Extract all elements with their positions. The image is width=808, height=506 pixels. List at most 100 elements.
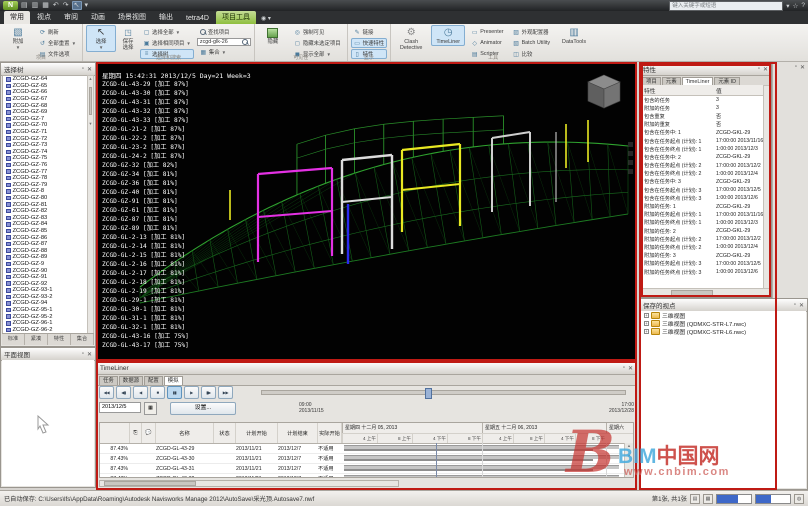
multisheet-icon[interactable]: ▦	[703, 494, 713, 504]
tree-item[interactable]: ZCGD-GZ-86	[3, 234, 87, 241]
links-button[interactable]: ✎链接	[351, 27, 388, 37]
close-icon[interactable]: ✕	[87, 351, 92, 358]
select-button[interactable]: ↖ 选择▼	[86, 25, 116, 52]
tree-item[interactable]: ZCGD-GZ-76	[3, 162, 87, 169]
settings-button[interactable]: 设置...	[170, 402, 236, 415]
tree-item[interactable]: ZCGD-GZ-93-2	[3, 294, 87, 301]
pin-icon[interactable]: ▫	[758, 66, 760, 73]
tree-tab-properties[interactable]: 特性	[48, 334, 71, 345]
tree-item[interactable]: ZCGD-GZ-7	[3, 116, 87, 123]
quick-properties-button[interactable]: ▭快速特性	[351, 38, 388, 48]
tree-scrollbar[interactable]: ▲▼	[87, 75, 94, 334]
application-menu-button[interactable]: N	[3, 1, 18, 10]
tree-item[interactable]: ZCGD-GZ-66	[3, 89, 87, 96]
tree-item[interactable]: ZCGD-GZ-93-1	[3, 287, 87, 294]
rewind-button[interactable]: ◀◀	[99, 386, 114, 399]
tree-item[interactable]: ZCGD-GZ-92	[3, 280, 87, 287]
property-row[interactable]: 附加的任务终点 (计划): 3 1:00:00 2013/12/6	[641, 268, 763, 276]
task-row[interactable]: 87.43% ZCGD-GL-43-32 2013/11/21 2013/12/…	[100, 474, 633, 478]
save-selection-button[interactable]: ◳ 保存选择	[119, 25, 137, 52]
tree-item[interactable]: ZCGD-GZ-95-1	[3, 307, 87, 314]
select-cursor-icon[interactable]: ↖	[72, 1, 82, 10]
infocenter-search-input[interactable]: 键入关键字或短语	[669, 1, 783, 11]
timeliner-hscrollbar[interactable]	[99, 480, 399, 487]
tree-item[interactable]: ZCGD-GZ-71	[3, 129, 87, 136]
column-value[interactable]: 值	[716, 86, 763, 95]
tree-item[interactable]: ZCGD-GZ-95-2	[3, 313, 87, 320]
select-same-button[interactable]: ▣选择相同项目▼	[140, 38, 194, 48]
actual-start-column-header[interactable]: 实际开始	[318, 423, 342, 443]
property-row[interactable]: 包含重复 否	[641, 112, 763, 120]
undo-icon[interactable]: ↶	[52, 1, 60, 10]
datatools-button[interactable]: ▥ DataTools	[556, 25, 592, 46]
close-icon[interactable]: ✕	[87, 66, 92, 73]
viewcube[interactable]	[583, 72, 625, 112]
print-icon[interactable]: ▦	[41, 1, 50, 10]
expand-icon[interactable]: +	[644, 321, 649, 326]
calendar-icon[interactable]: ▦	[144, 402, 157, 415]
hide-unselected-button[interactable]: ◻隐藏未选定项目	[291, 38, 344, 48]
tree-item[interactable]: ZCGD-GZ-72	[3, 135, 87, 142]
pin-icon[interactable]: ▫	[795, 64, 797, 71]
pin-icon[interactable]: ▫	[82, 66, 84, 73]
pin-icon[interactable]: ▫	[623, 365, 625, 372]
tree-tab-compact[interactable]: 紧凑	[25, 334, 48, 345]
play-button[interactable]: ▶	[184, 386, 199, 399]
task-row[interactable]: 87.43% ZCGD-GL-43-29 2013/11/21 2013/12/…	[100, 444, 633, 454]
progress-column-header[interactable]	[100, 423, 130, 443]
tab-home[interactable]: 常用	[4, 11, 30, 24]
batch-utility-button[interactable]: ▧Batch Utility	[510, 38, 553, 48]
expand-icon[interactable]: +	[644, 313, 649, 318]
tree-item[interactable]: ZCGD-GZ-65	[3, 83, 87, 90]
play-reverse-button[interactable]: ◀	[133, 386, 148, 399]
tree-item[interactable]: ZCGD-GZ-90	[3, 267, 87, 274]
property-row[interactable]: 包含在任务终点 (计划): 3 1:00:00 2013/12/6	[641, 194, 763, 202]
find-items-button[interactable]: 查找项目	[197, 27, 251, 37]
property-row[interactable]: 附加的任务终点 (计划): 2 1:00:00 2013/12/4	[641, 243, 763, 251]
tree-item[interactable]: ZCGD-GZ-81	[3, 201, 87, 208]
viewpoint-folder-item[interactable]: + 三维视图 (QDMXC-STR-L6.nwc)	[641, 327, 806, 335]
tree-item[interactable]: ZCGD-GZ-89	[3, 254, 87, 261]
comment-column-header[interactable]: 💬	[142, 423, 156, 443]
property-row[interactable]: 附加的任务: 3 ZCGD-GKL-29	[641, 252, 763, 260]
save-icon[interactable]: ▥	[31, 1, 40, 10]
close-icon[interactable]: ✕	[799, 302, 804, 309]
tree-item[interactable]: ZCGD-GZ-67	[3, 96, 87, 103]
pin-icon[interactable]: ▫	[794, 302, 796, 309]
tab-tetra4d[interactable]: tetra4D	[180, 14, 215, 24]
property-row[interactable]: 附加的任务 3	[641, 104, 763, 112]
task-row[interactable]: 87.43% ZCGD-GL-43-30 2013/11/21 2013/12/…	[100, 454, 633, 464]
navigation-bar[interactable]	[628, 142, 633, 174]
tree-item[interactable]: ZCGD-GZ-94	[3, 300, 87, 307]
property-row[interactable]: 包含在任务中: 2 ZCGD-GKL-29	[641, 153, 763, 161]
simulation-slider[interactable]	[261, 390, 626, 395]
timeliner-tab-tasks[interactable]: 任务	[99, 376, 118, 385]
refresh-button[interactable]: ⟳刷新	[36, 27, 79, 37]
tree-item[interactable]: ZCGD-GZ-70	[3, 122, 87, 129]
close-icon[interactable]: ✕	[800, 64, 805, 71]
pin-icon[interactable]: ▫	[82, 351, 84, 358]
tree-item[interactable]: ZCGD-GZ-9	[3, 261, 87, 268]
tree-item[interactable]: ZCGD-GZ-79	[3, 182, 87, 189]
timeliner-button[interactable]: ◷ TimeLiner	[431, 25, 465, 46]
name-column-header[interactable]: 名称	[156, 423, 214, 443]
tree-item[interactable]: ZCGD-GZ-84	[3, 221, 87, 228]
appearance-profiler-button[interactable]: ▨外观配置器	[510, 27, 553, 37]
tab-viewpoint[interactable]: 视点	[31, 11, 57, 24]
expand-icon[interactable]: +	[644, 329, 649, 334]
column-property[interactable]: 特性	[641, 86, 716, 95]
favorites-star-icon[interactable]: ☆	[793, 2, 799, 10]
open-icon[interactable]: ▤	[20, 1, 29, 10]
simulation-date-field[interactable]: 2013/12/5	[99, 402, 141, 413]
property-row[interactable]: 包含在任务终点 (计划): 2 1:00:00 2013/12/4	[641, 170, 763, 178]
property-row[interactable]: 包含在任务终点 (计划): 1 1:00:00 2013/12/3	[641, 145, 763, 153]
property-row[interactable]: 附加的任务: 1 ZCGD-GKL-29	[641, 202, 763, 210]
tree-item[interactable]: ZCGD-GZ-78	[3, 175, 87, 182]
properties-vscrollbar[interactable]	[763, 85, 770, 289]
tab-animation[interactable]: 动画	[85, 11, 111, 24]
plan-view-canvas[interactable]	[2, 360, 94, 486]
tree-item[interactable]: ZCGD-GZ-91	[3, 274, 87, 281]
quick-find-input[interactable]: zcgd-glk-26	[197, 38, 251, 46]
ribbon-minimize-icon[interactable]: ◉ ▾	[257, 15, 275, 24]
stop-button[interactable]: ■	[150, 386, 165, 399]
